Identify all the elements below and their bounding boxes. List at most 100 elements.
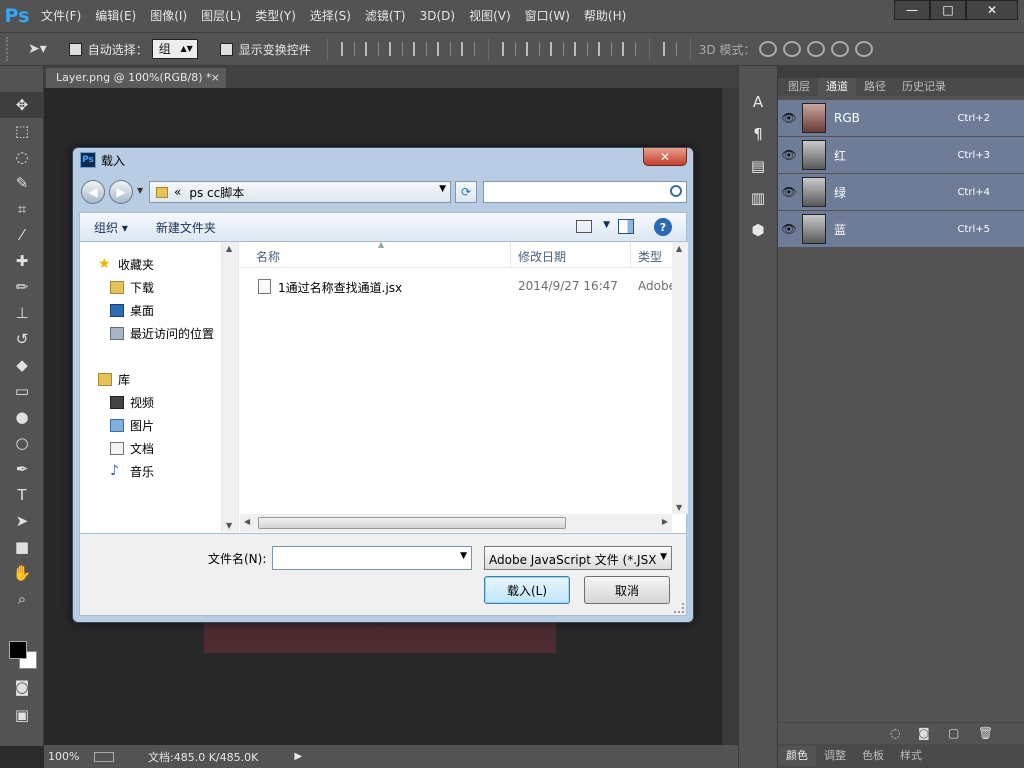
path-select-tool-icon[interactable]: ➤: [0, 508, 44, 534]
delete-channel-icon[interactable]: 🗑: [978, 726, 993, 740]
tab-layers[interactable]: 图层: [780, 78, 818, 96]
show-transform-checkbox[interactable]: [219, 42, 233, 56]
new-channel-icon[interactable]: ▢: [948, 726, 959, 740]
gradient-tool-icon[interactable]: ▭: [0, 378, 44, 404]
menu-layer[interactable]: 图层(L): [194, 0, 248, 32]
menu-image[interactable]: 图像(I): [143, 0, 194, 32]
zoom-level[interactable]: 100%: [48, 750, 94, 763]
forward-icon[interactable]: ▶: [109, 180, 133, 204]
load-button[interactable]: 载入(L): [484, 576, 570, 604]
history-brush-tool-icon[interactable]: ↺: [0, 326, 44, 352]
filetype-select[interactable]: Adobe JavaScript 文件 (*.JSX ▼: [484, 546, 672, 570]
distribute-vcenter-icon[interactable]: [525, 42, 540, 56]
resize-grip[interactable]: [674, 603, 684, 613]
lasso-tool-icon[interactable]: ◌: [0, 144, 44, 170]
visibility-eye-icon[interactable]: 👁: [778, 222, 800, 236]
minimize-button[interactable]: —: [894, 0, 930, 20]
3d-roll-icon[interactable]: [782, 41, 801, 57]
dodge-tool-icon[interactable]: ○: [0, 430, 44, 456]
foreground-color-swatch[interactable]: [9, 641, 27, 659]
address-overflow[interactable]: «: [174, 185, 181, 199]
column-separator[interactable]: [630, 242, 631, 268]
scroll-right-icon[interactable]: ▶: [662, 517, 668, 526]
blur-tool-icon[interactable]: ●: [0, 404, 44, 430]
menu-3d[interactable]: 3D(D): [413, 0, 462, 32]
nav-desktop[interactable]: 桌面: [110, 302, 154, 319]
status-menu-arrow-icon[interactable]: ▶: [294, 751, 302, 762]
nav-libraries[interactable]: 库: [98, 371, 130, 388]
quick-mask-icon[interactable]: ◙: [0, 674, 44, 700]
horizontal-scroll-thumb[interactable]: [258, 517, 566, 529]
menu-filter[interactable]: 滤镜(T): [358, 0, 413, 32]
address-dropdown-icon[interactable]: ▼: [439, 184, 446, 194]
align-left-icon[interactable]: [412, 42, 427, 56]
navigation-pane-scrollbar[interactable]: ▲ ▼: [222, 242, 239, 532]
nav-recent[interactable]: 最近访问的位置: [110, 325, 214, 342]
scroll-down-icon[interactable]: ▼: [676, 503, 682, 512]
distribute-right-icon[interactable]: [621, 42, 636, 56]
align-right-icon[interactable]: [460, 42, 475, 56]
stamp-tool-icon[interactable]: ⊥: [0, 300, 44, 326]
tab-swatches[interactable]: 色板: [854, 746, 892, 766]
new-folder-button[interactable]: 新建文件夹: [142, 219, 230, 236]
tab-adjustments[interactable]: 调整: [816, 746, 854, 766]
pen-tool-icon[interactable]: ✒: [0, 456, 44, 482]
load-selection-icon[interactable]: ◌: [890, 726, 900, 740]
3d-panel-icon[interactable]: ⬢: [745, 218, 771, 242]
character-panel-icon[interactable]: A: [745, 90, 771, 114]
back-icon[interactable]: ◀: [81, 180, 105, 204]
nav-videos[interactable]: 视频: [110, 394, 154, 411]
change-view-icon[interactable]: [576, 220, 592, 233]
visibility-eye-icon[interactable]: 👁: [778, 111, 800, 125]
marquee-tool-icon[interactable]: ⬚: [0, 118, 44, 144]
scroll-up-icon[interactable]: ▲: [226, 244, 232, 253]
menu-window[interactable]: 窗口(W): [518, 0, 577, 32]
close-tab-icon[interactable]: ×: [211, 71, 220, 84]
eraser-tool-icon[interactable]: ◆: [0, 352, 44, 378]
search-icon[interactable]: [670, 185, 682, 197]
align-top-icon[interactable]: [340, 42, 355, 56]
distribute-top-icon[interactable]: [501, 42, 516, 56]
preview-pane-icon[interactable]: [618, 219, 634, 234]
distribute-left-icon[interactable]: [573, 42, 588, 56]
channel-row-rgb[interactable]: 👁 RGB Ctrl+2: [778, 100, 1024, 137]
tab-styles[interactable]: 样式: [892, 746, 930, 766]
shape-tool-icon[interactable]: ■: [0, 534, 44, 560]
eyedropper-tool-icon[interactable]: ⁄: [0, 222, 44, 248]
cancel-button[interactable]: 取消: [584, 576, 670, 604]
organize-button[interactable]: 组织 ▾: [80, 219, 142, 236]
paragraph-panel-icon[interactable]: ¶: [745, 122, 771, 146]
dialog-close-button[interactable]: ✕: [643, 148, 687, 166]
visibility-eye-icon[interactable]: 👁: [778, 185, 800, 199]
channel-row-green[interactable]: 👁 绿 Ctrl+4: [778, 174, 1024, 211]
tab-history[interactable]: 历史记录: [894, 78, 954, 96]
crop-tool-icon[interactable]: ⌗: [0, 196, 44, 222]
channel-row-blue[interactable]: 👁 蓝 Ctrl+5: [778, 211, 1024, 248]
help-icon[interactable]: ?: [654, 218, 672, 236]
3d-pan-icon[interactable]: [806, 41, 825, 57]
options-grip[interactable]: [6, 37, 12, 61]
tab-channels[interactable]: 通道: [818, 78, 856, 96]
channel-row-red[interactable]: 👁 红 Ctrl+3: [778, 137, 1024, 174]
file-row[interactable]: 1通过名称查找通道.jsx 2014/9/27 16:47 Adobe: [248, 276, 672, 296]
tab-paths[interactable]: 路径: [856, 78, 894, 96]
file-list-vertical-scrollbar[interactable]: ▲ ▼: [672, 242, 688, 514]
menu-view[interactable]: 视图(V): [462, 0, 518, 32]
quick-select-tool-icon[interactable]: ✎: [0, 170, 44, 196]
visibility-eye-icon[interactable]: 👁: [778, 148, 800, 162]
menu-file[interactable]: 文件(F): [34, 0, 88, 32]
menu-edit[interactable]: 编辑(E): [88, 0, 143, 32]
column-type[interactable]: 类型: [638, 248, 662, 265]
hand-tool-icon[interactable]: ✋: [0, 560, 44, 586]
scroll-up-icon[interactable]: ▲: [676, 244, 682, 253]
filename-dropdown-icon[interactable]: ▼: [460, 551, 467, 561]
scroll-down-icon[interactable]: ▼: [226, 521, 232, 530]
save-selection-icon[interactable]: ◙: [918, 726, 930, 740]
3d-rotate-icon[interactable]: [758, 41, 777, 57]
refresh-icon[interactable]: ⟳: [455, 181, 477, 203]
distribute-bottom-icon[interactable]: [549, 42, 564, 56]
3d-slide-icon[interactable]: [830, 41, 849, 57]
auto-select-checkbox[interactable]: [68, 42, 82, 56]
properties-panel-icon[interactable]: ▥: [745, 186, 771, 210]
canvas-vertical-scrollbar[interactable]: [722, 88, 738, 745]
